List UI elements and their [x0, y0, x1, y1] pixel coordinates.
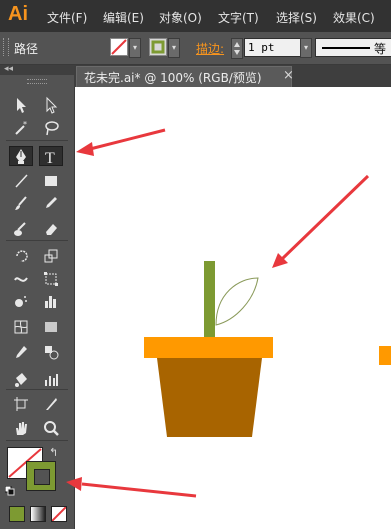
- arrow-to-leaf: [280, 174, 370, 261]
- offscreen-shape[interactable]: [379, 346, 391, 365]
- plant-stem[interactable]: [204, 261, 215, 339]
- pot-body[interactable]: [157, 358, 262, 437]
- arrow-head-icon: [76, 142, 94, 156]
- pot-rim[interactable]: [144, 337, 273, 358]
- artwork-layer: [66, 128, 391, 498]
- leaf-outline[interactable]: [215, 277, 259, 326]
- arrow-to-stroke-swatch: [81, 482, 197, 498]
- arrow-to-pen-tool: [89, 128, 166, 151]
- arrow-head-icon: [66, 477, 82, 491]
